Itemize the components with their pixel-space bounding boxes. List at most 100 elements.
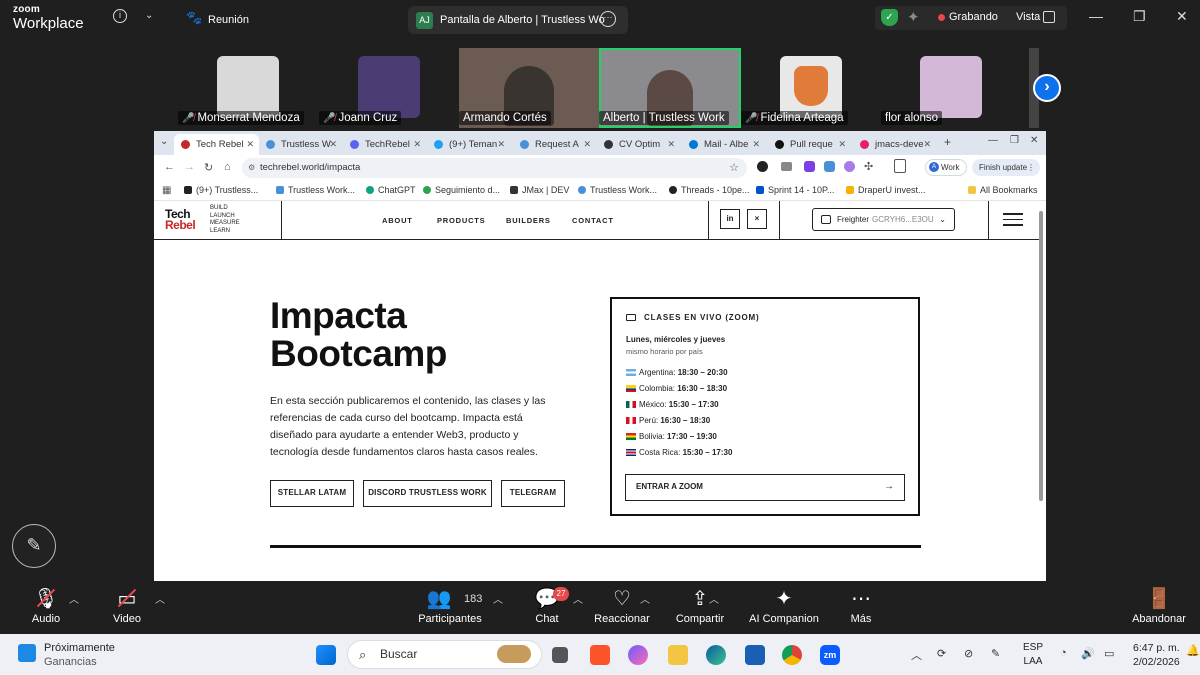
- react-caret-icon[interactable]: ︿: [640, 591, 650, 606]
- nav-products[interactable]: PRODUCTS: [437, 216, 486, 225]
- meeting-tab[interactable]: Reunión: [208, 14, 249, 26]
- hamburger-menu-icon[interactable]: [1003, 213, 1023, 230]
- profile-pill[interactable]: A Work: [925, 159, 967, 176]
- nav-about[interactable]: ABOUT: [382, 216, 413, 225]
- info-icon[interactable]: i: [113, 9, 127, 23]
- stellar-latam-button[interactable]: STELLAR LATAM: [270, 480, 354, 507]
- pen-icon[interactable]: ✎: [991, 647, 1000, 660]
- extension-icon[interactable]: [844, 161, 855, 172]
- linkedin-icon[interactable]: in: [720, 209, 740, 229]
- minimize-icon[interactable]: —: [988, 135, 998, 146]
- shield-icon[interactable]: ✓: [881, 9, 898, 26]
- page-scrollbar[interactable]: [1039, 211, 1043, 501]
- close-tab-icon[interactable]: ✕: [413, 134, 421, 155]
- close-tab-icon[interactable]: ✕: [246, 134, 254, 155]
- back-icon[interactable]: ←: [164, 161, 175, 173]
- close-tab-icon[interactable]: ✕: [667, 134, 675, 155]
- ai-sparkle-icon[interactable]: ✦: [907, 8, 920, 26]
- discord-trustless-work-button[interactable]: DISCORD TRUSTLESS WORK: [363, 480, 492, 507]
- side-panel-icon[interactable]: [894, 159, 906, 173]
- participant-tile[interactable]: Armando Cortés: [459, 48, 599, 128]
- browser-tab[interactable]: jmacs-deve ✕: [853, 134, 936, 155]
- new-tab-icon[interactable]: +: [944, 135, 951, 149]
- battery-icon[interactable]: ▭: [1104, 647, 1114, 660]
- store-icon[interactable]: [745, 645, 765, 665]
- next-page-arrow-icon[interactable]: ›: [1033, 74, 1061, 102]
- browser-tab[interactable]: Tech Rebel ✕: [174, 134, 259, 155]
- close-tab-icon[interactable]: ✕: [497, 134, 505, 155]
- more-button[interactable]: ⋯ Más: [844, 587, 878, 625]
- no-network-icon[interactable]: ⊘: [964, 647, 973, 660]
- extension-icon[interactable]: [804, 161, 815, 172]
- browser-tab[interactable]: Request A ✕: [513, 134, 596, 155]
- site-info-icon[interactable]: ⚙: [248, 158, 255, 178]
- bookmark-item[interactable]: Sprint 14 - 10P...: [756, 184, 834, 197]
- sync-icon[interactable]: ⟳: [937, 647, 946, 660]
- brave-browser-icon[interactable]: [590, 645, 610, 665]
- volume-icon[interactable]: 🔊: [1081, 647, 1095, 660]
- bookmark-item[interactable]: (9+) Trustless...: [184, 184, 258, 197]
- forward-icon[interactable]: →: [184, 161, 195, 173]
- close-tab-icon[interactable]: ✕: [923, 134, 931, 155]
- enter-zoom-button[interactable]: ENTRAR A ZOOM →: [625, 474, 905, 501]
- copilot-icon[interactable]: [628, 645, 648, 665]
- participant-tile[interactable]: 🎤̸ Fidelina Arteaga: [741, 48, 881, 128]
- tab-list-icon[interactable]: ⌄: [160, 136, 168, 147]
- bookmark-item[interactable]: Trustless Work...: [578, 184, 657, 197]
- task-view-icon[interactable]: [552, 647, 568, 663]
- taskbar-search[interactable]: ⌕ Buscar: [347, 640, 542, 669]
- view-label[interactable]: Vista: [1016, 11, 1040, 23]
- audio-button[interactable]: 🎙 Audio: [27, 587, 65, 625]
- bookmark-item[interactable]: Seguimiento d...: [423, 184, 500, 197]
- zoom-app-icon[interactable]: zm: [820, 645, 840, 665]
- audio-options-caret-icon[interactable]: ︿: [69, 591, 79, 606]
- participant-tile[interactable]: flor alonso: [881, 48, 1021, 128]
- restore-icon[interactable]: ❐: [1010, 135, 1019, 146]
- video-button[interactable]: ▭ Video: [108, 587, 146, 625]
- browser-tab[interactable]: (9+) Teman ✕: [427, 134, 510, 155]
- language-indicator[interactable]: ESP LAA: [1023, 641, 1043, 669]
- apps-grid-icon[interactable]: ▦: [162, 185, 171, 196]
- techrebel-logo[interactable]: Tech Rebel: [165, 208, 196, 231]
- participant-tile[interactable]: 🎤̸ Monserrat Mendoza: [178, 48, 318, 128]
- chevron-down-icon[interactable]: ⌄: [145, 10, 153, 21]
- wallet-button[interactable]: Freighter GCRYH6...E3OU ⌄: [812, 208, 955, 231]
- kebab-menu-icon[interactable]: ⋮: [1027, 159, 1035, 176]
- home-icon[interactable]: ⌂: [224, 161, 231, 173]
- tray-overflow-icon[interactable]: ︿: [911, 647, 922, 663]
- recording-label[interactable]: Grabando: [949, 11, 998, 23]
- leave-button[interactable]: 🚪 Abandonar: [1129, 587, 1189, 625]
- close-tab-icon[interactable]: ✕: [752, 134, 760, 155]
- close-icon[interactable]: ✕: [1030, 135, 1038, 146]
- chrome-icon[interactable]: [782, 645, 802, 665]
- annotate-pencil-icon[interactable]: ✎: [12, 524, 56, 568]
- weather-widget[interactable]: Próximamente Ganancias: [18, 641, 115, 669]
- browser-tab[interactable]: CV Optim ✕: [597, 134, 680, 155]
- windows-start-icon[interactable]: [316, 645, 336, 665]
- participant-tile-active[interactable]: Alberto | Trustless Work: [599, 48, 741, 128]
- notification-bell-icon[interactable]: 🔔: [1186, 644, 1200, 657]
- browser-tab[interactable]: TechRebel ✕: [343, 134, 426, 155]
- chat-caret-icon[interactable]: ︿: [573, 591, 583, 606]
- system-clock[interactable]: 6:47 p. m. 2/02/2026: [1133, 641, 1180, 669]
- bookmark-item[interactable]: ChatGPT: [366, 184, 416, 197]
- nav-contact[interactable]: CONTACT: [572, 216, 614, 225]
- participant-tile[interactable]: 🎤̸ Joann Cruz: [319, 48, 459, 128]
- bookmark-item[interactable]: Trustless Work...: [276, 184, 355, 197]
- ai-companion-button[interactable]: ✦ AI Companion: [748, 587, 820, 625]
- reload-icon[interactable]: ↻: [204, 161, 213, 174]
- close-tab-icon[interactable]: ✕: [329, 134, 337, 155]
- more-options-icon[interactable]: ···: [600, 11, 616, 27]
- browser-tab[interactable]: Mail - Albe ✕: [682, 134, 765, 155]
- restore-icon[interactable]: ❐: [1133, 8, 1146, 25]
- extension-icon[interactable]: [824, 161, 835, 172]
- file-explorer-icon[interactable]: [668, 645, 688, 665]
- finish-update-button[interactable]: Finish update ⋮: [972, 159, 1040, 176]
- bookmark-item[interactable]: JMax | DEV: [510, 184, 569, 197]
- view-grid-icon[interactable]: [1043, 11, 1055, 23]
- bookmark-item[interactable]: Threads - 10pe...: [669, 184, 750, 197]
- nav-builders[interactable]: BUILDERS: [506, 216, 551, 225]
- bookmark-item[interactable]: DraperU invest...: [846, 184, 926, 197]
- participants-caret-icon[interactable]: ︿: [493, 591, 503, 606]
- wifi-icon[interactable]: ◔: [1060, 647, 1067, 659]
